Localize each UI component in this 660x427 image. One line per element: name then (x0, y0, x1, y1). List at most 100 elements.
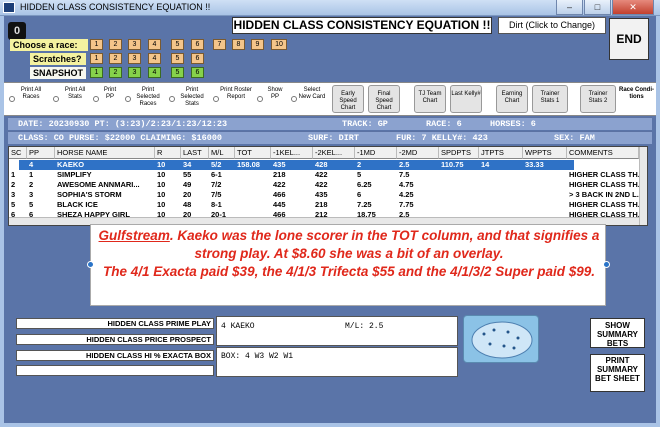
table-cell[interactable]: 158.08 (235, 160, 271, 170)
table-cell[interactable]: 10 (155, 200, 181, 210)
table-cell[interactable]: 3 (27, 190, 55, 200)
snapshot-button[interactable]: 3 (128, 67, 141, 78)
snapshot-button[interactable]: 4 (148, 67, 161, 78)
table-cell[interactable]: 2 (355, 160, 397, 170)
table-cell[interactable]: 20 (181, 190, 209, 200)
table-cell[interactable]: 33.33 (523, 160, 567, 170)
table-cell[interactable]: 8-1 (209, 200, 235, 210)
option-print-roster-report[interactable]: Print Roster Report (212, 85, 252, 115)
end-button[interactable]: END (609, 18, 649, 60)
scratch-button[interactable]: 4 (148, 53, 161, 64)
table-cell[interactable]: 55 (181, 170, 209, 180)
table-cell[interactable]: 10 (155, 180, 181, 190)
option-select-new-card[interactable]: Select New Card (290, 85, 326, 115)
race-button[interactable]: 10 (271, 39, 287, 50)
table-cell[interactable]: 4 (27, 160, 55, 170)
option-print-selected-races[interactable]: Print Selected Races (124, 85, 164, 115)
table-cell[interactable]: 49 (181, 180, 209, 190)
race-conditions-button[interactable]: Race Condi- tions (619, 85, 654, 113)
table-cell[interactable] (479, 180, 523, 190)
table-cell[interactable]: KAEKO (55, 160, 155, 170)
table-cell[interactable]: 2 (27, 180, 55, 190)
tj-team-chart-button[interactable]: TJ Team Chart (414, 85, 446, 113)
table-cell[interactable] (479, 190, 523, 200)
col-header-tot[interactable]: TOT (235, 147, 271, 159)
scratch-button[interactable]: 6 (191, 53, 204, 64)
table-cell[interactable]: 34 (181, 160, 209, 170)
scratch-button[interactable]: 5 (171, 53, 184, 64)
table-cell[interactable]: 422 (271, 180, 313, 190)
col-header-sc[interactable]: SC (9, 147, 27, 159)
col-header-1kel[interactable]: -1KEL... (271, 147, 313, 159)
snapshot-button[interactable]: 6 (191, 67, 204, 78)
table-cell[interactable]: 428 (313, 160, 355, 170)
table-cell[interactable]: 4 (9, 160, 27, 170)
table-cell[interactable]: 435 (271, 160, 313, 170)
close-window-button[interactable]: ✕ (612, 0, 654, 15)
table-cell[interactable]: 4.75 (397, 180, 439, 190)
col-header-jtpts[interactable]: JTPTS (479, 147, 523, 159)
table-cell[interactable]: 7/5 (209, 190, 235, 200)
table-cell[interactable]: HIGHER CLASS TH... (567, 200, 639, 210)
trainer-stats-1-button[interactable]: Trainer Stats 1 (532, 85, 568, 113)
race-button[interactable]: 5 (171, 39, 184, 50)
table-cell[interactable]: 10 (155, 160, 181, 170)
scratch-button[interactable]: 3 (128, 53, 141, 64)
col-header-r[interactable]: R (155, 147, 181, 159)
table-cell[interactable]: 2 (9, 180, 27, 190)
table-cell[interactable]: 7.75 (397, 200, 439, 210)
table-cell[interactable] (439, 170, 479, 180)
table-cell[interactable]: 6 (355, 190, 397, 200)
table-cell[interactable] (567, 160, 639, 170)
col-header-wppts[interactable]: WPPTS (523, 147, 567, 159)
table-cell[interactable] (235, 190, 271, 200)
table-cell[interactable] (523, 190, 567, 200)
table-cell[interactable]: AWESOME ANNMARI... (55, 180, 155, 190)
trainer-stats-2-button[interactable]: Trainer Stats 2 (580, 85, 616, 113)
table-cell[interactable]: 7.5 (397, 170, 439, 180)
resize-handle-left[interactable] (87, 261, 94, 268)
snapshot-button[interactable]: 2 (109, 67, 122, 78)
scratch-button[interactable]: 2 (109, 53, 122, 64)
option-print-all-races[interactable]: Print All Races (8, 85, 46, 115)
table-cell[interactable]: > 3 BACK IN 2ND L... (567, 190, 639, 200)
table-cell[interactable]: 10 (155, 190, 181, 200)
table-cell[interactable]: 14 (479, 160, 523, 170)
col-header-1md[interactable]: -1MD (355, 147, 397, 159)
table-cell[interactable]: BLACK ICE (55, 200, 155, 210)
table-cell[interactable] (439, 190, 479, 200)
annotation-box[interactable]: Gulfstream. Kaeko was the lone scorer in… (87, 224, 610, 306)
print-summary-bet-sheet-button[interactable]: PRINT SUMMARY BET SHEET (590, 354, 645, 392)
table-cell[interactable]: 6.25 (355, 180, 397, 190)
table-cell[interactable]: 466 (271, 190, 313, 200)
table-cell[interactable]: 4.25 (397, 190, 439, 200)
col-header-ml[interactable]: M/L (209, 147, 235, 159)
table-cell[interactable] (235, 180, 271, 190)
table-cell[interactable] (235, 170, 271, 180)
col-header-2kel[interactable]: -2KEL... (313, 147, 355, 159)
option-show-pp[interactable]: Show PP (256, 85, 286, 115)
table-cell[interactable]: SOPHIA'S STORM (55, 190, 155, 200)
table-cell[interactable]: 5 (9, 200, 27, 210)
race-button[interactable]: 9 (251, 39, 264, 50)
race-button[interactable]: 7 (213, 39, 226, 50)
table-cell[interactable]: SIMPLIFY (55, 170, 155, 180)
table-cell[interactable]: HIGHER CLASS TH... (567, 170, 639, 180)
table-cell[interactable]: 110.75 (439, 160, 479, 170)
race-button[interactable]: 6 (191, 39, 204, 50)
option-print-selected-stats[interactable]: Print Selected Stats (168, 85, 208, 115)
scratch-button[interactable]: 1 (90, 53, 103, 64)
race-button[interactable]: 3 (128, 39, 141, 50)
table-cell[interactable] (523, 170, 567, 180)
table-cell[interactable]: 48 (181, 200, 209, 210)
minimize-button[interactable]: – (556, 0, 583, 15)
table-cell[interactable]: 7.25 (355, 200, 397, 210)
earning-chart-button[interactable]: Earning Chart (496, 85, 528, 113)
race-button[interactable]: 1 (90, 39, 103, 50)
table-cell[interactable]: 1 (9, 170, 27, 180)
race-button[interactable]: 2 (109, 39, 122, 50)
col-header-pp[interactable]: PP (27, 147, 55, 159)
race-button[interactable]: 8 (232, 39, 245, 50)
table-cell[interactable]: 10 (155, 170, 181, 180)
final-speed-chart-button[interactable]: Final Speed Chart (368, 85, 400, 113)
